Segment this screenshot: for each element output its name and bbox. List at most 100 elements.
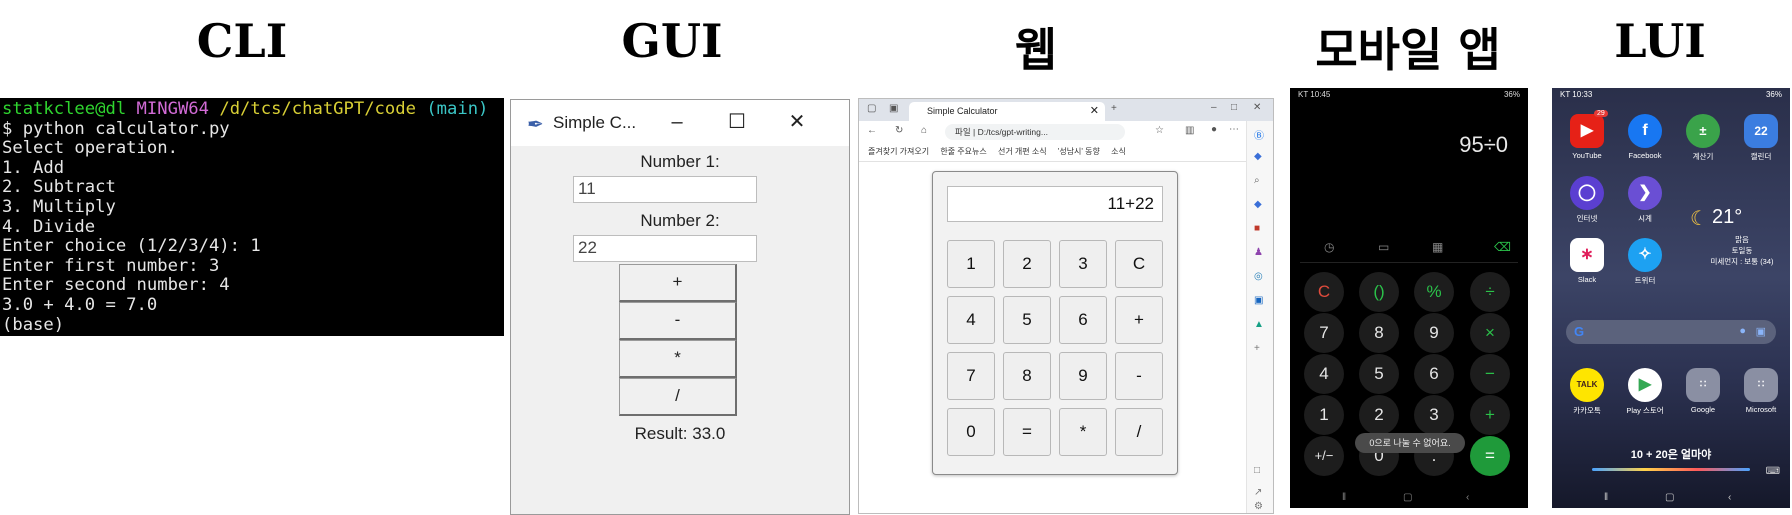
back-icon[interactable]: ← [867,125,877,136]
key-3[interactable]: 3 [1414,395,1454,435]
bookmark-item[interactable]: 즐겨찾기 가져오기 [868,147,929,156]
key-7[interactable]: 7 [947,352,995,400]
key-multiply[interactable]: * [1059,408,1107,456]
cli-terminal[interactable]: statkclee@dl MINGW64 /d/tcs/chatGPT/code… [0,98,504,336]
key-equals[interactable]: = [1003,408,1051,456]
key-3[interactable]: 3 [1059,240,1107,288]
bookmark-item[interactable]: 선거 개편 소식 [998,147,1047,156]
app-kakaotalk[interactable]: TALK 카카오톡 [1562,368,1612,416]
lens-icon[interactable]: ▣ [1756,325,1766,338]
profile-icon[interactable]: ● [1211,124,1217,135]
key-0[interactable]: 0 [947,408,995,456]
key-2[interactable]: 2 [1003,240,1051,288]
key-7[interactable]: 7 [1304,313,1344,353]
refresh-icon[interactable]: ↻ [895,125,903,136]
app-twitter[interactable]: ✧ 트위터 [1620,238,1670,286]
recents-icon[interactable]: ‖ [1604,492,1608,503]
subtract-button[interactable]: - [619,302,737,340]
workspaces-icon[interactable]: ▢ [867,103,876,114]
home-icon[interactable]: ▢ [1403,492,1412,503]
minimize-icon[interactable]: – [1211,102,1217,113]
key-9[interactable]: 9 [1059,352,1107,400]
key-minus[interactable]: - [1115,352,1163,400]
office-icon[interactable]: ◎ [1254,271,1263,282]
home-icon[interactable]: ▢ [1665,492,1674,503]
key-divide[interactable]: ÷ [1470,272,1510,312]
key-1[interactable]: 1 [1304,395,1344,435]
key-divide[interactable]: / [1115,408,1163,456]
tab-simple-calculator[interactable]: Simple Calculator ✕ [909,102,1105,121]
number1-input[interactable]: 11 [573,176,757,203]
key-clear[interactable]: C [1115,240,1163,288]
bookmark-item[interactable]: '성남시' 동향 [1058,147,1100,156]
external-icon[interactable]: ↗ [1254,487,1262,498]
add-sidebar-icon[interactable]: + [1254,343,1260,354]
app-play-store[interactable]: ▶ Play 스토어 [1620,368,1670,416]
backspace-icon[interactable]: ⌫ [1494,240,1511,254]
settings-icon[interactable]: ⚙ [1254,501,1263,512]
close-button[interactable]: ✕ [777,106,817,138]
key-6[interactable]: 6 [1414,354,1454,394]
key-plus-minus[interactable]: +/− [1304,436,1344,476]
app-clock[interactable]: ❯ 시계 [1620,176,1670,224]
app-google-folder[interactable]: ∷ Google [1678,368,1728,414]
key-4[interactable]: 4 [947,296,995,344]
key-8[interactable]: 8 [1359,313,1399,353]
outlook-icon[interactable]: ▣ [1254,295,1263,306]
mic-icon[interactable]: ● [1739,325,1746,337]
more-icon[interactable]: ⋯ [1229,124,1239,135]
back-icon[interactable]: ‹ [1466,492,1469,503]
app-internet[interactable]: ◯ 인터넷 [1562,176,1612,224]
keyboard-icon[interactable]: ⌨ [1766,466,1780,477]
key-2[interactable]: 2 [1359,395,1399,435]
key-4[interactable]: 4 [1304,354,1344,394]
favorites-icon[interactable]: ☆ [1155,125,1164,136]
key-9[interactable]: 9 [1414,313,1454,353]
search-icon[interactable]: ⌕ [1254,175,1260,186]
multiply-button[interactable]: * [619,340,737,378]
key-1[interactable]: 1 [947,240,995,288]
maximize-icon[interactable]: □ [1231,102,1237,113]
app-facebook[interactable]: f Facebook [1620,114,1670,160]
key-8[interactable]: 8 [1003,352,1051,400]
app-slack[interactable]: ∗ Slack [1562,238,1612,284]
number2-input[interactable]: 22 [573,235,757,262]
bookmark-item[interactable]: 한줄 주요뉴스 [940,147,986,156]
app-calendar[interactable]: 22 캘린더 [1736,114,1786,162]
tab-actions-icon[interactable]: ▣ [889,103,898,114]
minimize-button[interactable]: – [657,106,697,138]
app-calculator[interactable]: ± 계산기 [1678,114,1728,162]
key-parentheses[interactable]: () [1359,272,1399,312]
games-icon[interactable]: ♟ [1254,247,1263,258]
key-5[interactable]: 5 [1359,354,1399,394]
close-icon[interactable]: ✕ [1253,102,1261,113]
key-plus[interactable]: + [1470,395,1510,435]
bell-icon[interactable]: ◆ [1254,151,1262,162]
address-input[interactable]: 파일 | D:/tcs/gpt-writing... [945,124,1125,140]
key-plus[interactable]: + [1115,296,1163,344]
key-equals[interactable]: = [1470,436,1510,476]
google-search-bar[interactable]: G ● ▣ [1566,320,1776,344]
app-microsoft-folder[interactable]: ∷ Microsoft [1736,368,1786,414]
add-button[interactable]: + [619,264,737,302]
back-icon[interactable]: ‹ [1728,492,1731,503]
bing-icon[interactable]: Ⓑ [1254,127,1264,142]
key-multiply[interactable]: × [1470,313,1510,353]
new-tab-icon[interactable]: + [1111,103,1117,114]
maximize-button[interactable]: ☐ [717,106,757,138]
recents-icon[interactable]: ‖ [1342,492,1346,503]
gui-titlebar[interactable]: ✒ Simple C... – ☐ ✕ [511,100,849,146]
ruler-icon[interactable]: ▭ [1378,240,1389,254]
history-icon[interactable]: ◷ [1324,240,1334,254]
toolbox-icon[interactable]: ■ [1254,223,1260,234]
key-percent[interactable]: % [1414,272,1454,312]
bookmark-item[interactable]: 소식 [1111,147,1126,156]
app-youtube[interactable]: ▶ YouTube 29 [1562,110,1612,160]
collections-icon[interactable]: ▥ [1185,125,1194,136]
divide-button[interactable]: / [619,378,737,416]
scientific-icon[interactable]: ▦ [1432,240,1443,254]
home-icon[interactable]: ⌂ [921,125,927,136]
shopping-icon[interactable]: ▲ [1254,319,1264,330]
key-6[interactable]: 6 [1059,296,1107,344]
key-clear[interactable]: C [1304,272,1344,312]
